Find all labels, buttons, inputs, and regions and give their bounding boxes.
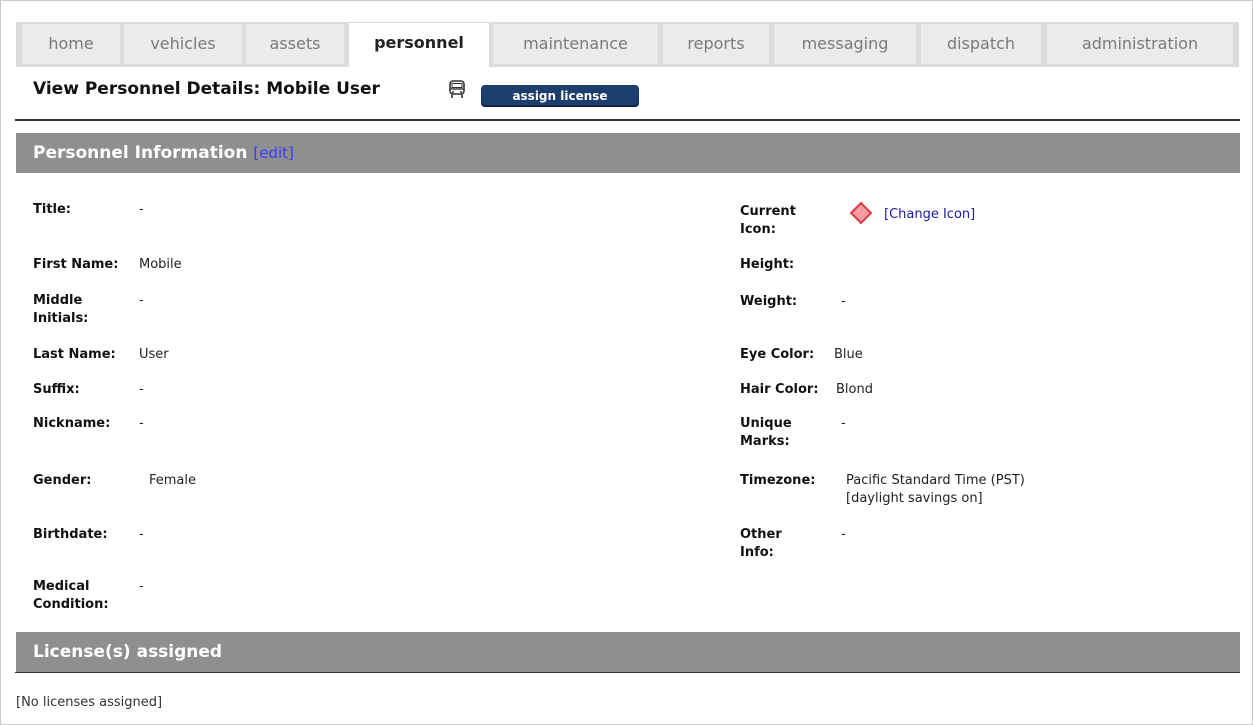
bus-icon — [449, 80, 465, 98]
section-title: Personnel Information — [33, 143, 248, 163]
tab-home[interactable]: home — [22, 24, 120, 64]
nickname-value: - — [139, 416, 144, 431]
main-nav-tabs: home vehicles assets personnel maintenan… — [16, 22, 1239, 67]
personnel-information-header: Personnel Information [edit] — [16, 133, 1240, 173]
medical-condition-value: - — [139, 579, 144, 594]
weight-label: Weight: — [740, 294, 798, 309]
gender-value: Female — [149, 473, 197, 488]
page-frame: home vehicles assets personnel maintenan… — [0, 0, 1253, 725]
no-licenses-text: [No licenses assigned] — [16, 695, 163, 710]
birthdate-value: - — [139, 527, 144, 542]
tab-maintenance[interactable]: maintenance — [493, 24, 658, 64]
last-name-value: User — [139, 347, 169, 362]
middle-initials-value: - — [139, 293, 144, 308]
tab-vehicles[interactable]: vehicles — [124, 24, 242, 64]
license-assigned-header: License(s) assigned — [16, 632, 1240, 672]
current-icon-label: Current Icon: — [740, 204, 796, 237]
suffix-label: Suffix: — [33, 382, 80, 397]
medical-condition-label: Medical Condition: — [33, 579, 109, 612]
tab-reports[interactable]: reports — [663, 24, 769, 64]
first-name-label: First Name: — [33, 257, 119, 272]
timezone-label: Timezone: — [740, 473, 816, 488]
suffix-value: - — [139, 382, 144, 397]
divider — [15, 119, 1240, 121]
gender-label: Gender: — [33, 473, 92, 488]
hair-color-label: Hair Color: — [740, 382, 819, 397]
last-name-label: Last Name: — [33, 347, 116, 362]
change-icon-link[interactable]: [Change Icon] — [884, 206, 975, 224]
title-value: - — [139, 202, 144, 217]
weight-value: - — [841, 294, 846, 309]
red-diamond-icon — [849, 201, 873, 225]
tab-personnel[interactable]: personnel — [349, 23, 489, 67]
other-info-value: - — [841, 527, 846, 542]
middle-initials-label: Middle Initials: — [33, 293, 89, 326]
page-title: View Personnel Details: Mobile User — [33, 79, 380, 99]
section-title: License(s) assigned — [33, 642, 223, 662]
birthdate-label: Birthdate: — [33, 527, 108, 542]
tab-administration[interactable]: administration — [1047, 24, 1233, 64]
edit-link[interactable]: [edit] — [253, 144, 294, 162]
tab-assets[interactable]: assets — [246, 24, 344, 64]
assign-license-button[interactable]: assign license — [481, 85, 639, 107]
tab-messaging[interactable]: messaging — [774, 24, 916, 64]
timezone-value: Pacific Standard Time (PST) [daylight sa… — [846, 473, 1025, 506]
eye-color-label: Eye Color: — [740, 347, 815, 362]
eye-color-value: Blue — [834, 347, 863, 362]
unique-marks-value: - — [841, 416, 846, 431]
tab-dispatch[interactable]: dispatch — [921, 24, 1041, 64]
first-name-value: Mobile — [139, 257, 182, 272]
height-label: Height: — [740, 257, 795, 272]
nickname-label: Nickname: — [33, 416, 111, 431]
divider — [15, 672, 1240, 673]
unique-marks-label: Unique Marks: — [740, 416, 792, 449]
title-label: Title: — [33, 202, 72, 217]
hair-color-value: Blond — [836, 382, 873, 397]
other-info-label: Other Info: — [740, 527, 782, 560]
